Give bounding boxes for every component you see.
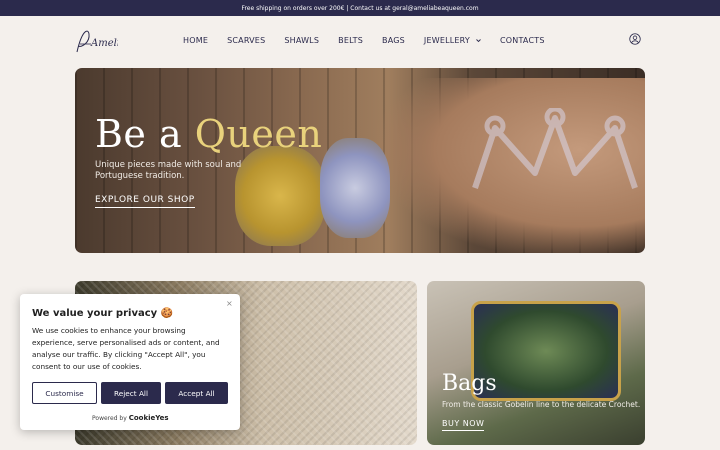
logo-mark: Amelia — [76, 30, 126, 53]
announcement-bar: Free shipping on orders over 200€ | Cont… — [0, 0, 720, 16]
cookie-text: We use cookies to enhance your browsing … — [32, 326, 220, 371]
nav-shawls-label: SHAWLS — [284, 36, 320, 45]
customise-button[interactable]: Customise — [32, 382, 97, 404]
hero-title-accent: Queen — [194, 112, 323, 156]
bags-card[interactable]: Bags From the classic Gobelin line to th… — [427, 281, 645, 445]
nav-bags[interactable]: BAGS — [382, 36, 405, 45]
cookie-title: We value your privacy 🍪 — [32, 308, 174, 319]
hero-image-gold-bracelet — [235, 146, 325, 246]
powered-by-label: Powered by — [92, 415, 127, 422]
nav-jewellery[interactable]: JEWELLERY — [424, 36, 481, 45]
site-logo[interactable]: Amelia — [74, 26, 126, 56]
reject-all-button[interactable]: Reject All — [101, 382, 161, 404]
powered-by: Powered by CookieYes — [92, 414, 169, 422]
explore-shop-link[interactable]: EXPLORE OUR SHOP — [95, 195, 195, 208]
announcement-text: Free shipping on orders over 200€ | Cont… — [241, 4, 479, 12]
hero-banner: Be a Queen Unique pieces made with soul … — [75, 68, 645, 253]
nav-belts[interactable]: BELTS — [338, 36, 363, 45]
hero-title-part1: Be a — [95, 112, 195, 156]
nav-scarves[interactable]: SCARVES — [227, 36, 265, 45]
site-header: Amelia HOME SCARVES SHAWLS BELTS BAGS JE… — [0, 16, 720, 66]
nav-bags-label: BAGS — [382, 36, 405, 45]
chevron-down-icon — [476, 39, 481, 43]
nav-home-label: HOME — [183, 36, 209, 45]
bags-card-description: From the classic Gobelin line to the del… — [442, 400, 641, 409]
nav-contacts-label: CONTACTS — [500, 36, 545, 45]
bags-buy-now-link[interactable]: BUY NOW — [442, 419, 485, 431]
nav-home[interactable]: HOME — [183, 36, 208, 45]
crown-icon — [472, 108, 638, 189]
accept-all-button[interactable]: Accept All — [165, 382, 228, 404]
hero-title: Be a Queen — [95, 112, 322, 156]
logo-text: Amelia — [90, 38, 118, 49]
user-icon[interactable] — [629, 33, 641, 45]
nav-shawls[interactable]: SHAWLS — [284, 36, 319, 45]
hero-image-blue-bracelet — [320, 138, 390, 238]
nav-scarves-label: SCARVES — [227, 36, 266, 45]
main-nav: HOME SCARVES SHAWLS BELTS BAGS JEWELLERY… — [183, 36, 564, 45]
nav-jewellery-label: JEWELLERY — [423, 36, 470, 45]
cookieyes-brand[interactable]: CookieYes — [129, 414, 169, 422]
nav-belts-label: BELTS — [338, 36, 363, 45]
close-icon[interactable]: × — [226, 300, 234, 308]
nav-contacts[interactable]: CONTACTS — [500, 36, 545, 45]
cookie-consent-banner: × We value your privacy 🍪 We use cookies… — [20, 294, 240, 430]
hero-subtitle: Unique pieces made with soul and Portugu… — [95, 160, 242, 181]
bags-card-title: Bags — [442, 371, 497, 396]
